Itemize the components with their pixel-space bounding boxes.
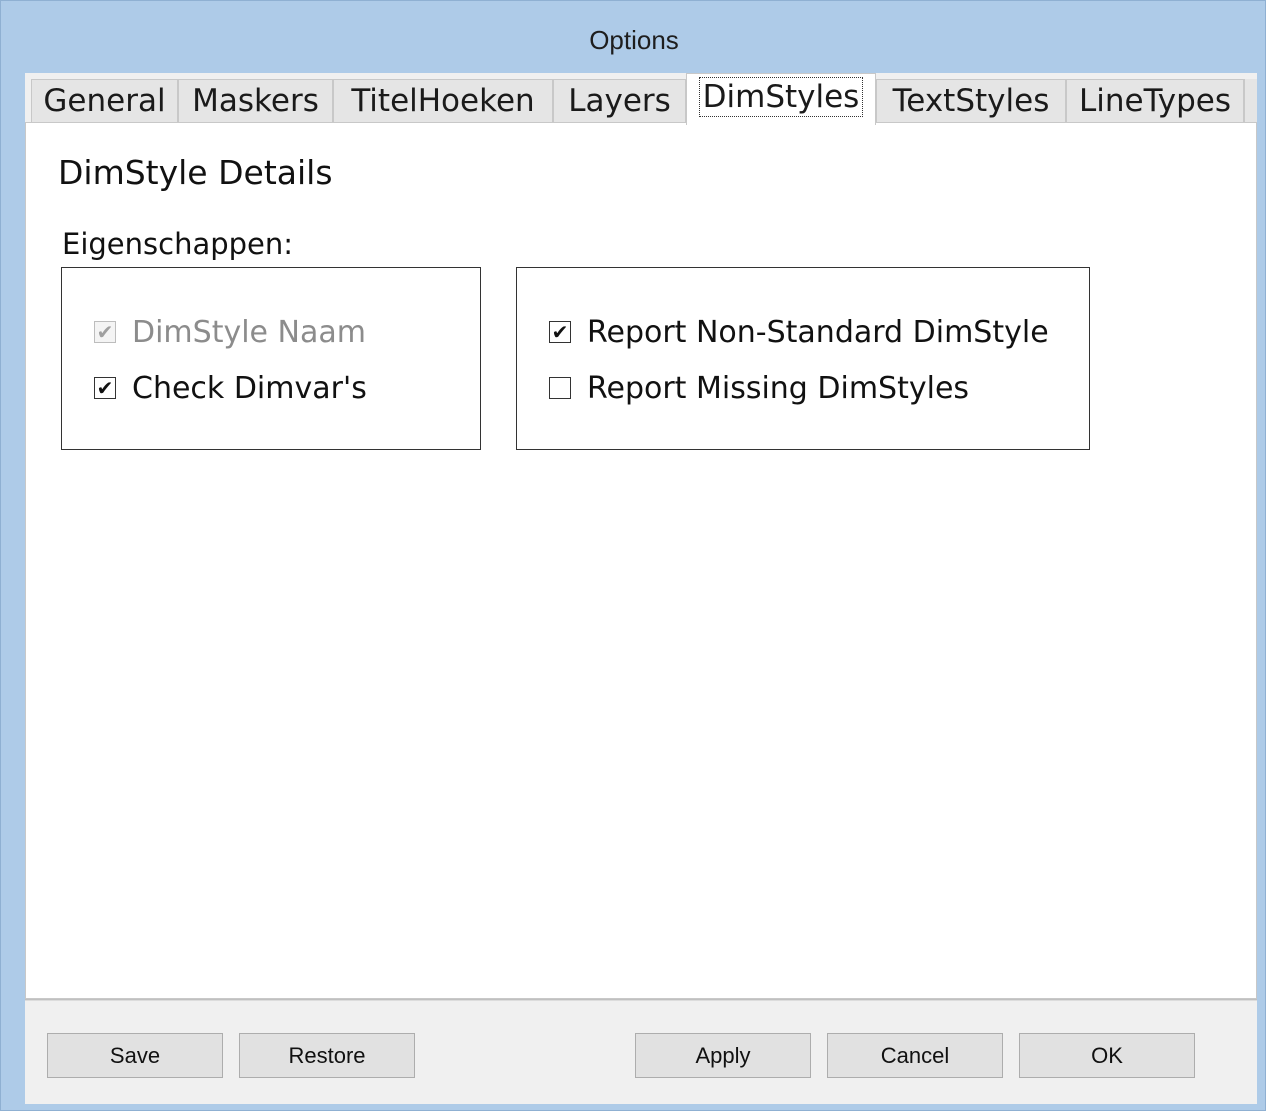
checkbox-checked[interactable]: ✔: [94, 377, 116, 399]
tab-label: LineTypes: [1079, 83, 1231, 119]
tab-layers[interactable]: Layers: [553, 79, 686, 123]
checkbox-checked-disabled: ✔: [94, 321, 116, 343]
options-window: Options General Maskers TitelHoeken Laye…: [0, 0, 1266, 1111]
dialog-client-area: General Maskers TitelHoeken Layers DimSt…: [25, 73, 1257, 1104]
report-missing-checkbox[interactable]: Report Missing DimStyles: [549, 368, 969, 408]
bottom-separator: [25, 999, 1257, 1001]
properties-label: Eigenschappen:: [62, 227, 294, 261]
cancel-button[interactable]: Cancel: [827, 1033, 1003, 1078]
tab-overflow-edge: [1244, 79, 1257, 123]
checkbox-label: Report Non-Standard DimStyle: [587, 314, 1049, 350]
check-dimvars-checkbox[interactable]: ✔ Check Dimvar's: [94, 368, 367, 408]
tab-label: TitelHoeken: [351, 83, 535, 119]
tab-label: Maskers: [192, 83, 319, 119]
tab-dimstyles[interactable]: DimStyles: [686, 73, 876, 125]
dimstyles-tab-page: DimStyle Details Eigenschappen: ✔ DimSty…: [25, 122, 1257, 999]
tab-strip: General Maskers TitelHoeken Layers DimSt…: [25, 73, 1257, 125]
tab-textstyles[interactable]: TextStyles: [876, 79, 1066, 123]
checkbox-label: DimStyle Naam: [132, 314, 366, 350]
tab-general[interactable]: General: [31, 79, 178, 123]
report-non-standard-checkbox[interactable]: ✔ Report Non-Standard DimStyle: [549, 312, 1049, 352]
window-title: Options: [589, 25, 679, 55]
ok-button[interactable]: OK: [1019, 1033, 1195, 1078]
tab-linetypes[interactable]: LineTypes: [1066, 79, 1244, 123]
tab-label: DimStyles: [698, 77, 864, 117]
tab-maskers[interactable]: Maskers: [178, 79, 333, 123]
properties-group-right: ✔ Report Non-Standard DimStyle Report Mi…: [516, 267, 1090, 450]
checkbox-checked[interactable]: ✔: [549, 321, 571, 343]
properties-group-left: ✔ DimStyle Naam ✔ Check Dimvar's: [61, 267, 481, 450]
checkbox-unchecked[interactable]: [549, 377, 571, 399]
tab-label: General: [43, 83, 166, 119]
tab-label: TextStyles: [892, 83, 1050, 119]
dimstyle-naam-checkbox: ✔ DimStyle Naam: [94, 312, 366, 352]
tab-label: Layers: [568, 83, 671, 119]
checkbox-label: Check Dimvar's: [132, 370, 367, 406]
tab-titelhoeken[interactable]: TitelHoeken: [333, 79, 553, 123]
apply-button[interactable]: Apply: [635, 1033, 811, 1078]
checkbox-label: Report Missing DimStyles: [587, 370, 970, 406]
restore-button[interactable]: Restore: [239, 1033, 415, 1078]
page-title: DimStyle Details: [58, 153, 333, 192]
save-button[interactable]: Save: [47, 1033, 223, 1078]
